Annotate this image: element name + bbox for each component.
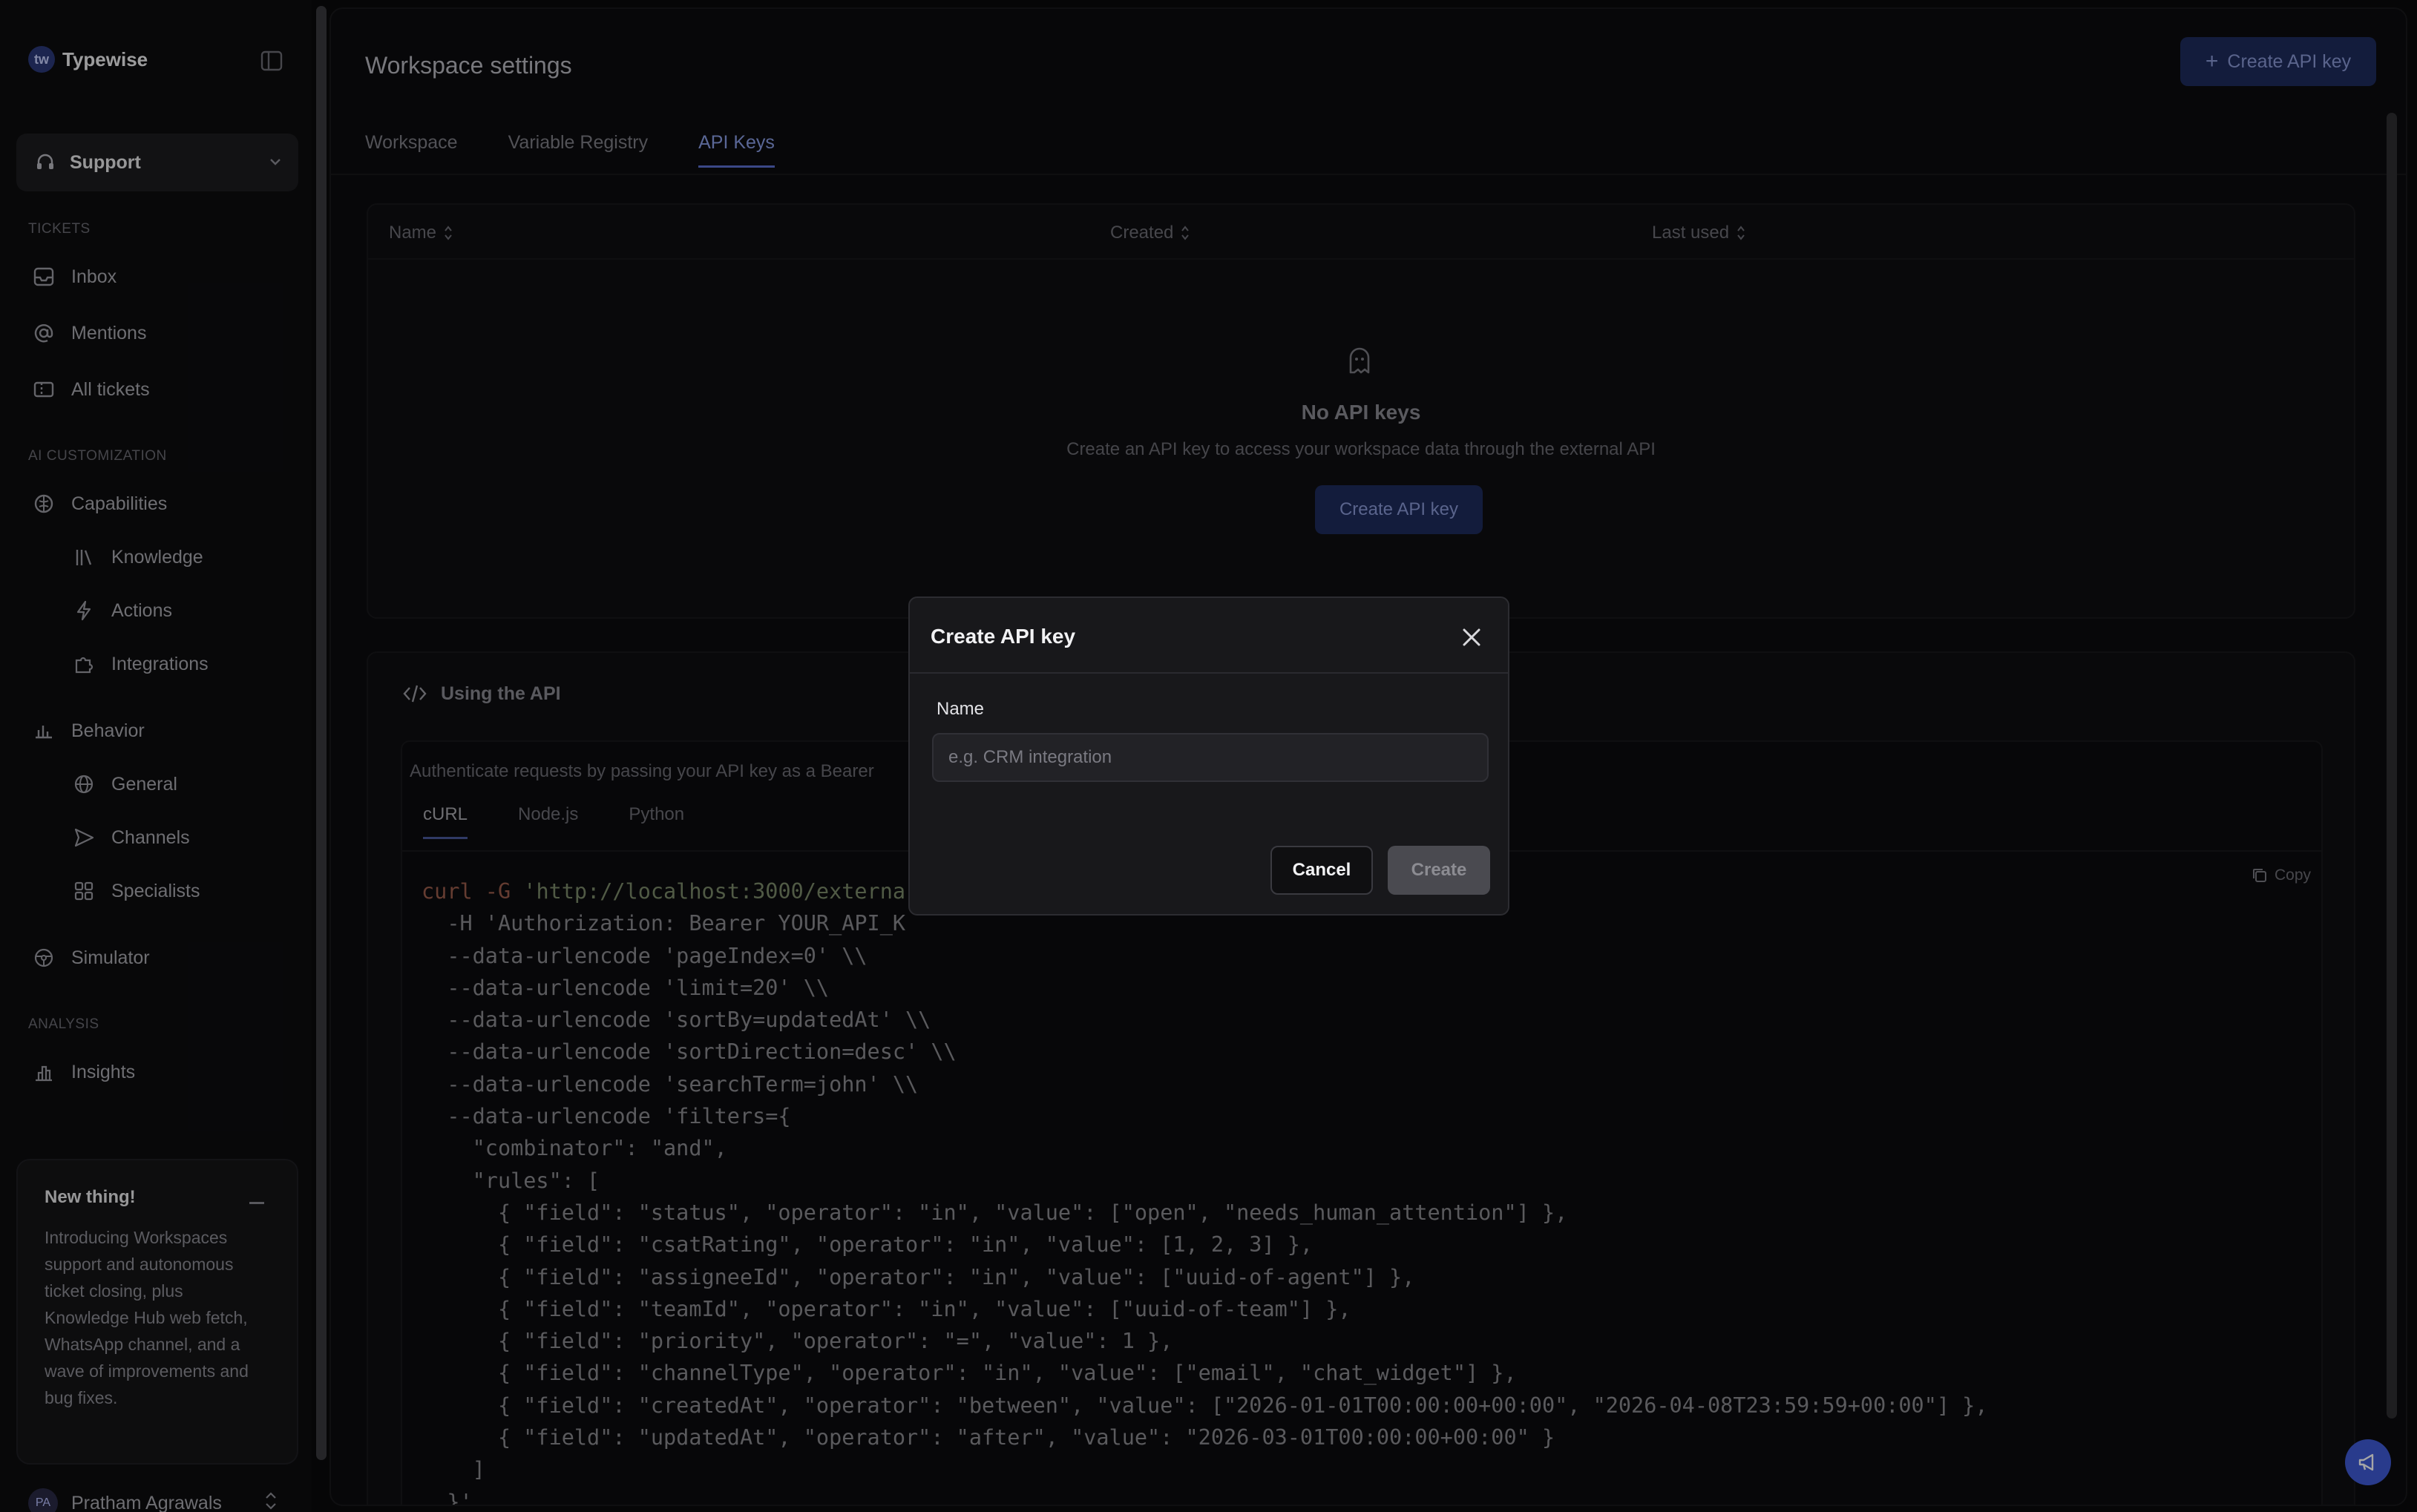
- close-icon[interactable]: [1459, 625, 1484, 650]
- cancel-button[interactable]: Cancel: [1270, 846, 1373, 895]
- dialog-divider: [910, 672, 1508, 674]
- name-field-label: Name: [937, 699, 985, 719]
- name-input[interactable]: [932, 733, 1489, 782]
- dialog-title: Create API key: [931, 625, 1076, 648]
- create-api-key-dialog: Create API key Name Cancel Create: [908, 596, 1509, 916]
- create-button[interactable]: Create: [1388, 846, 1490, 895]
